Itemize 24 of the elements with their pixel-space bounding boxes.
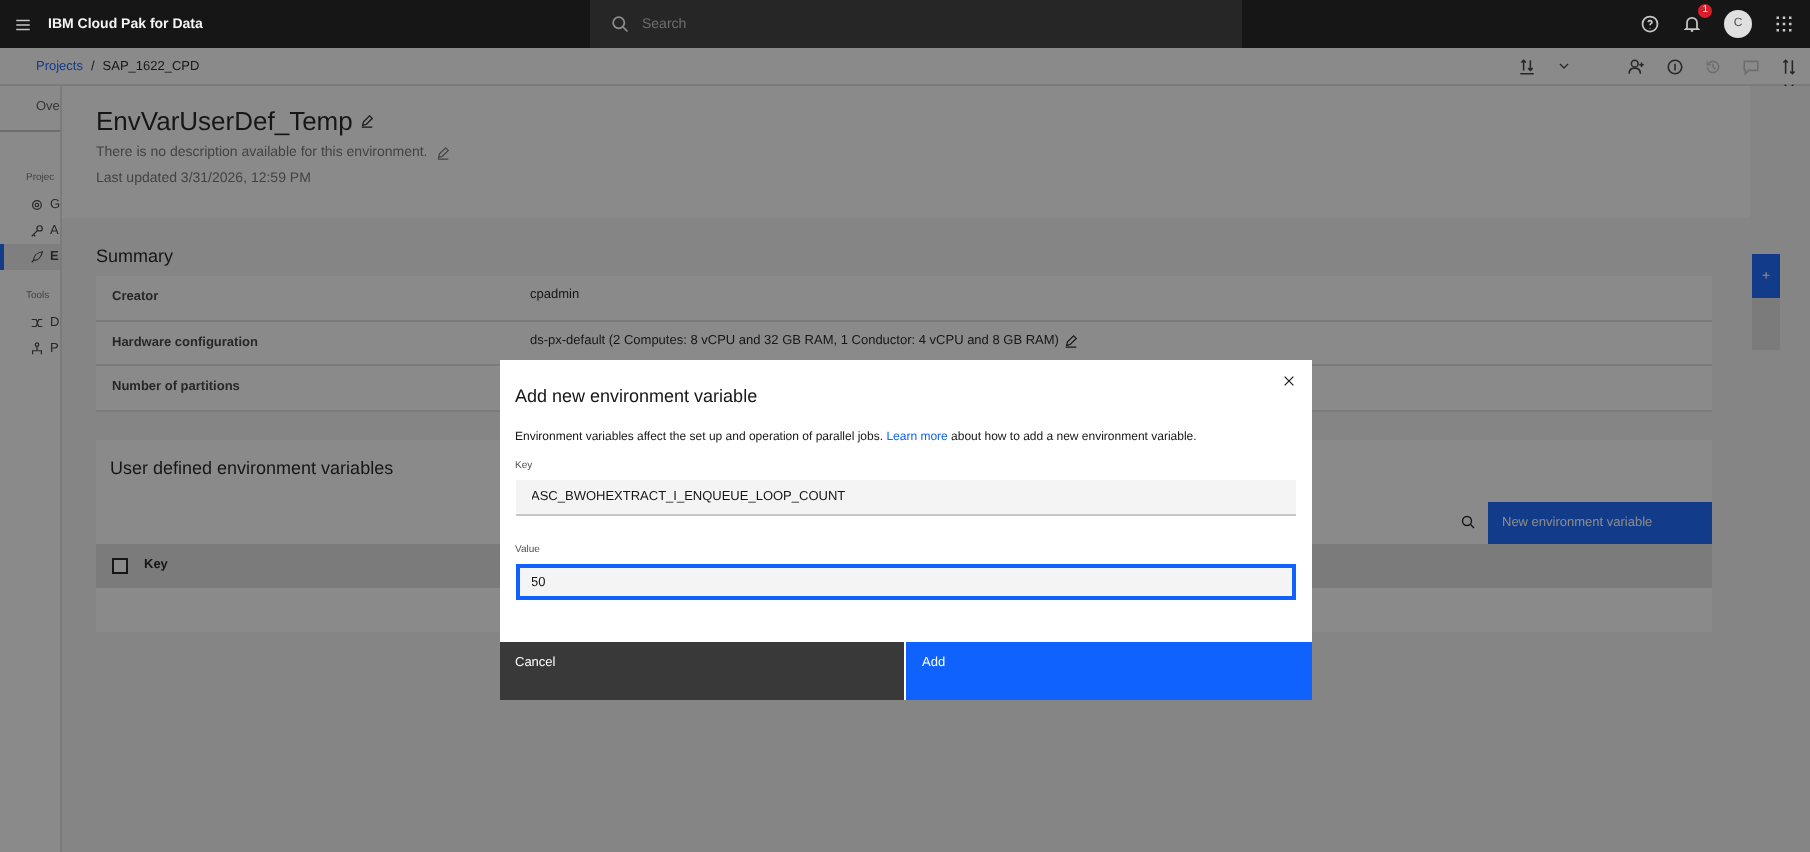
add-user-icon — [1628, 57, 1646, 75]
app-switcher-icon — [1774, 14, 1794, 34]
help-icon — [1640, 14, 1660, 34]
search-icon — [610, 14, 630, 34]
environment-title: EnvVarUserDef_Temp — [96, 106, 353, 136]
select-all-checkbox[interactable] — [112, 557, 128, 573]
dialog-title: Add new environment variable — [515, 386, 758, 406]
flow-icon — [30, 316, 44, 330]
section-heading: User defined environment variables — [110, 457, 394, 481]
edit-icon[interactable] — [1064, 333, 1079, 348]
comment-icon — [1742, 57, 1760, 75]
edit-icon — [360, 114, 375, 128]
key-icon — [30, 224, 44, 238]
chevron-down-icon — [1556, 58, 1572, 74]
upload-download-icon — [1518, 57, 1536, 75]
menu-icon — [14, 15, 32, 33]
info-icon — [1666, 57, 1684, 75]
section-heading: Summary — [96, 246, 174, 266]
bell-icon — [1682, 14, 1702, 34]
history-icon — [1704, 57, 1722, 75]
gear-icon — [30, 198, 44, 212]
search-icon — [1460, 514, 1476, 530]
edit-icon — [435, 146, 450, 160]
hierarchy-icon — [30, 342, 44, 356]
